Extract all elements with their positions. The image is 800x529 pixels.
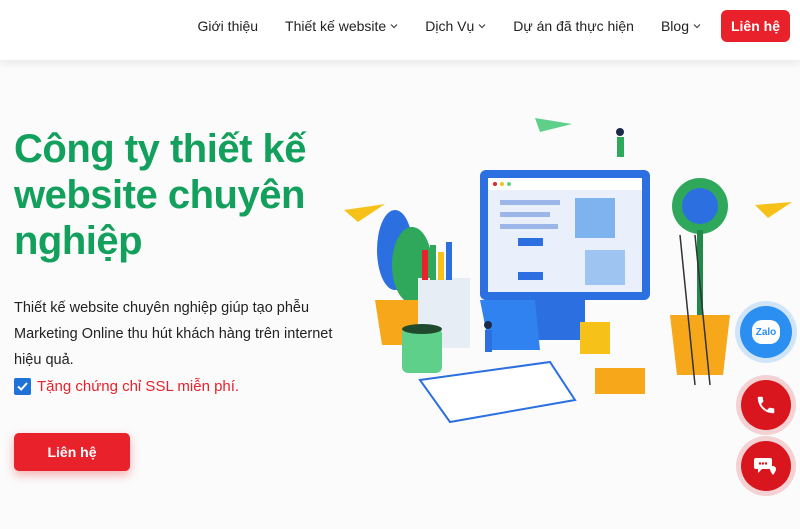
nav-item-label: Dịch Vụ: [425, 18, 475, 34]
chevron-down-icon: [693, 24, 701, 29]
header: Giới thiệu Thiết kế website Dịch Vụ Dự á…: [0, 0, 800, 60]
hero-contact-button[interactable]: Liên hệ: [14, 433, 130, 471]
headline-line: nghiệp: [14, 219, 143, 263]
ssl-offer: Tặng chứng chỉ SSL miễn phí.: [14, 378, 239, 395]
nav-item-label: Thiết kế website: [285, 18, 387, 34]
hero-description: Thiết kế website chuyên nghiệp giúp tạo …: [14, 300, 333, 368]
nav-item-label: Giới thiệu: [197, 18, 259, 34]
paper-plane-icon: [755, 202, 792, 218]
chat-bubble-icon: [754, 458, 776, 475]
checkbox-checked-icon: [14, 378, 31, 395]
paper-plane-icon: [535, 118, 572, 132]
headline-line: Công ty thiết kế: [14, 127, 307, 171]
main-nav: Giới thiệu Thiết kế website Dịch Vụ Dự á…: [198, 0, 790, 52]
nav-item-blog[interactable]: Blog: [661, 18, 701, 34]
paper-plane-icon: [344, 204, 385, 222]
nav-item-dich-vu[interactable]: Dịch Vụ: [425, 18, 486, 34]
chevron-down-icon: [478, 24, 486, 29]
zalo-icon: Zalo: [752, 320, 780, 344]
headline-line: website chuyên: [14, 173, 305, 217]
web-design-illustration: [344, 118, 792, 424]
contact-map-button[interactable]: [741, 441, 791, 491]
hero-headline: Công ty thiết kế website chuyên nghiệp: [14, 126, 334, 264]
nav-item-thiet-ke-website[interactable]: Thiết kế website: [285, 18, 398, 34]
phone-call-button[interactable]: [741, 380, 791, 430]
nav-item-label: Dự án đã thực hiện: [513, 18, 634, 34]
chevron-down-icon: [390, 24, 398, 29]
nav-item-du-an[interactable]: Dự án đã thực hiện: [513, 18, 634, 34]
nav-item-label: Blog: [660, 18, 689, 34]
nav-item-gioi-thieu[interactable]: Giới thiệu: [198, 18, 259, 34]
nav-contact-button[interactable]: Liên hệ: [720, 10, 790, 42]
ssl-offer-text: Tặng chứng chỉ SSL miễn phí.: [37, 378, 240, 395]
zalo-chat-button[interactable]: Zalo: [740, 306, 792, 358]
phone-icon: [757, 396, 775, 414]
